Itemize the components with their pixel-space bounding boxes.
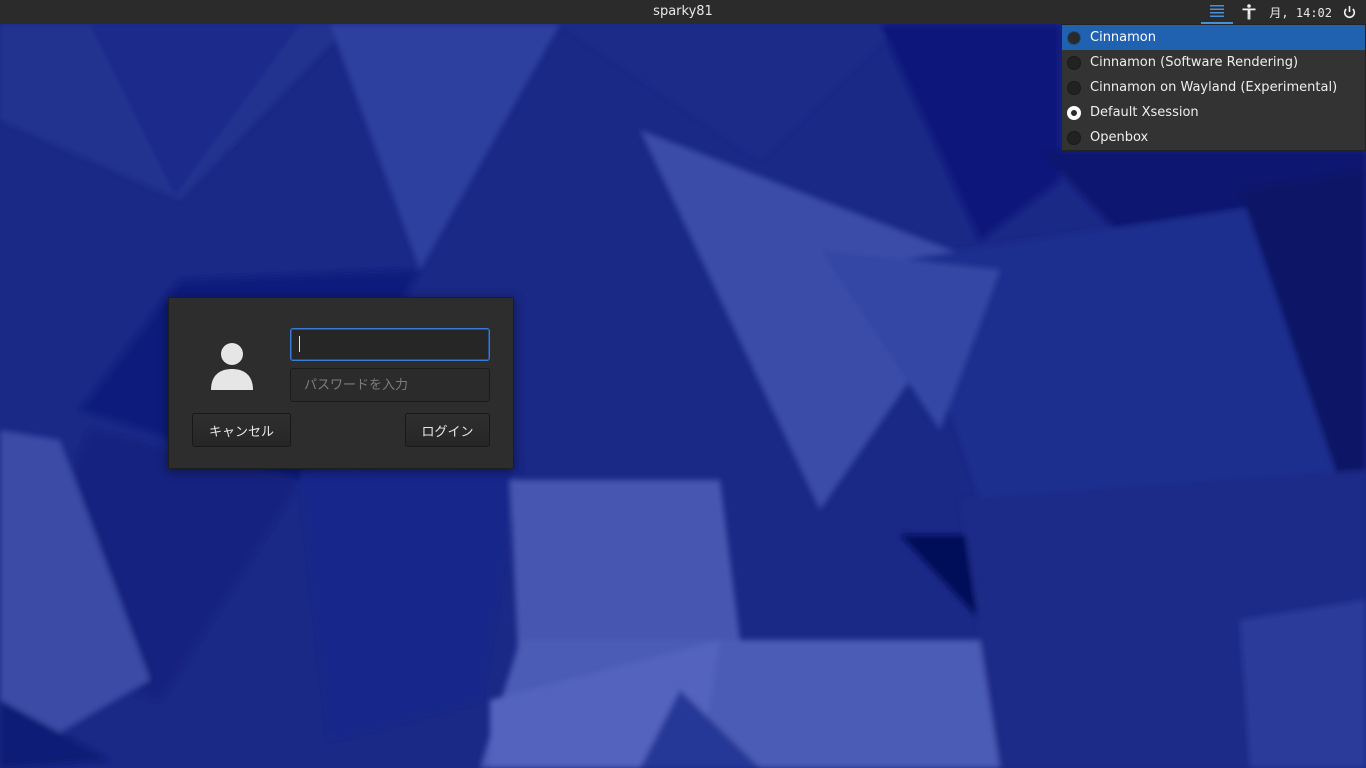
session-item-cinnamon[interactable]: Cinnamon — [1062, 25, 1365, 50]
username-input[interactable] — [290, 328, 490, 361]
radio-button-checked[interactable] — [1067, 105, 1081, 120]
session-menu: Cinnamon Cinnamon (Software Rendering) C… — [1061, 24, 1366, 151]
radio-button[interactable] — [1067, 30, 1081, 45]
radio-button[interactable] — [1067, 55, 1081, 70]
session-item-label: Cinnamon (Software Rendering) — [1090, 55, 1299, 70]
password-input[interactable] — [290, 368, 490, 402]
indicator-area: 月, 14:02 — [1197, 0, 1358, 24]
session-item-label: Openbox — [1090, 130, 1149, 145]
hostname-label: sparky81 — [653, 4, 713, 19]
session-item-openbox[interactable]: Openbox — [1062, 125, 1365, 150]
login-dialog: キャンセル ログイン — [168, 297, 514, 469]
accessibility-icon-glyph — [1242, 4, 1256, 20]
session-item-label: Cinnamon — [1090, 30, 1156, 45]
power-icon[interactable] — [1340, 0, 1358, 24]
session-item-label: Cinnamon on Wayland (Experimental) — [1090, 80, 1338, 95]
clock-label[interactable]: 月, 14:02 — [1265, 0, 1336, 24]
session-list-icon-glyph — [1210, 5, 1225, 17]
text-caret — [299, 336, 300, 352]
top-panel: sparky81 月, 14:02 — [0, 0, 1366, 24]
session-item-default-xsession[interactable]: Default Xsession — [1062, 100, 1365, 125]
cancel-button[interactable]: キャンセル — [192, 413, 291, 447]
session-item-label: Default Xsession — [1090, 105, 1199, 120]
user-avatar-icon — [211, 343, 253, 390]
session-item-cinnamon-software-rendering[interactable]: Cinnamon (Software Rendering) — [1062, 50, 1365, 75]
power-icon-glyph — [1343, 5, 1355, 18]
accessibility-icon[interactable] — [1237, 0, 1261, 24]
session-item-cinnamon-wayland[interactable]: Cinnamon on Wayland (Experimental) — [1062, 75, 1365, 100]
radio-button[interactable] — [1067, 130, 1081, 145]
session-list-icon[interactable] — [1201, 0, 1234, 24]
login-button[interactable]: ログイン — [405, 413, 490, 447]
radio-button[interactable] — [1067, 80, 1081, 95]
